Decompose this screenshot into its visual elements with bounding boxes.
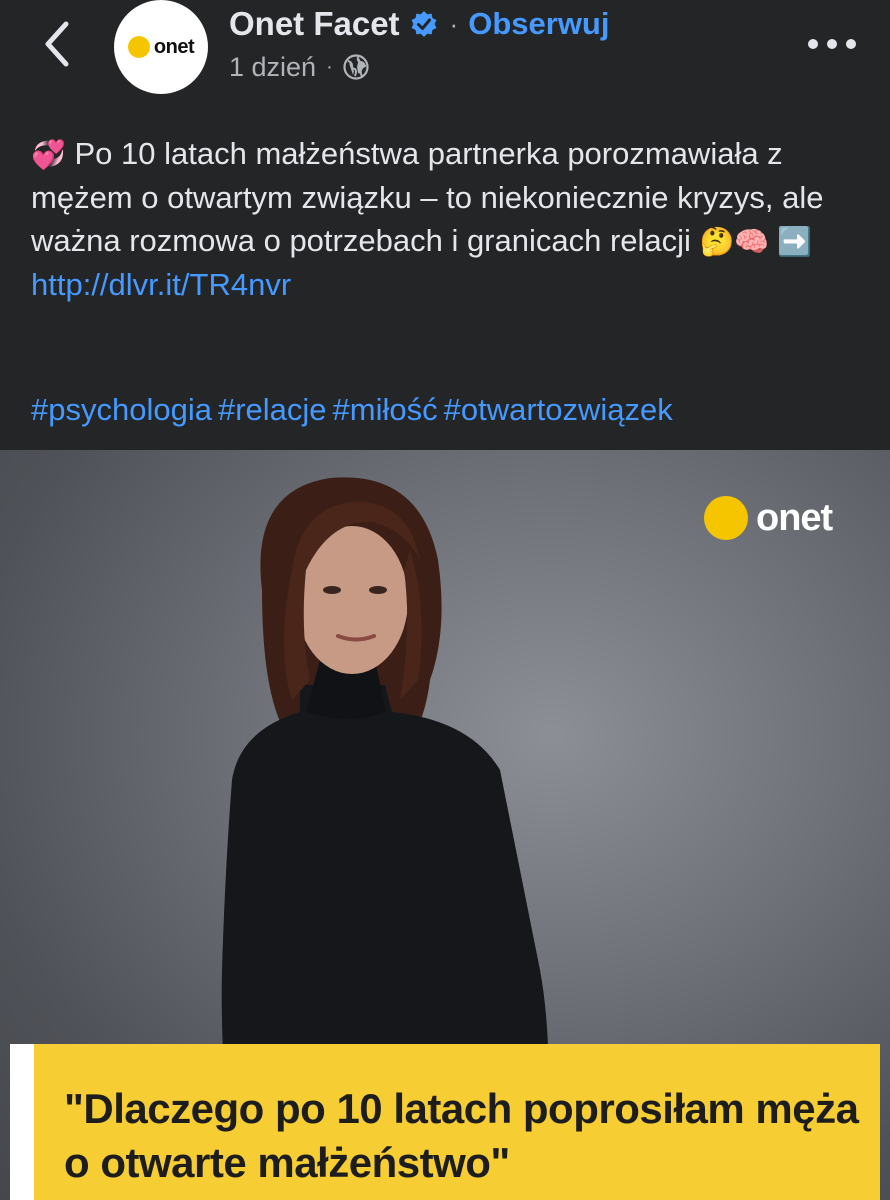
more-dot <box>827 39 837 49</box>
hashtag-list: #psychologia #relacje #miłość #otwartozwiąz… <box>31 388 679 431</box>
header-separator: · <box>449 8 459 39</box>
post-time[interactable]: 1 dzień <box>229 52 316 83</box>
chevron-left-icon <box>45 21 69 67</box>
avatar-logo-text: onet <box>153 35 195 58</box>
post-link[interactable]: http://dlvr.it/TR4nvr <box>31 267 291 302</box>
follow-button[interactable]: Obserwuj <box>468 6 609 42</box>
thinking-brain-arrow-emoji: 🤔🧠 ➡️ <box>699 226 812 257</box>
onet-logo-text: onet <box>756 496 833 539</box>
headline-banner: "Dlaczego po 10 latach poprosiłam męża o… <box>10 1044 880 1200</box>
onet-watermark-logo: onet <box>704 496 833 540</box>
more-options-button[interactable] <box>808 34 856 54</box>
globe-icon <box>343 54 369 80</box>
more-dot <box>846 39 856 49</box>
meta-separator: · <box>326 55 333 78</box>
back-button[interactable] <box>36 18 80 70</box>
hearts-emoji: 💞 <box>31 139 66 170</box>
page-avatar[interactable]: onet <box>114 0 208 94</box>
hashtag-link[interactable]: #psychologia <box>31 392 212 427</box>
verified-badge-icon <box>411 11 436 37</box>
post-header: onet Onet Facet · Obserwuj 1 dzień · <box>0 0 890 118</box>
article-headline: "Dlaczego po 10 latach poprosiłam męża o… <box>64 1085 859 1186</box>
more-dot <box>808 39 818 49</box>
post-image[interactable]: onet "Dlaczego po 10 latach poprosiłam m… <box>0 450 890 1200</box>
post-meta: 1 dzień · <box>229 50 369 84</box>
page-name[interactable]: Onet Facet <box>229 5 400 43</box>
onet-logo-dot <box>704 496 748 540</box>
hashtag-link[interactable]: #otwartozwiązek <box>444 392 673 427</box>
title-row: Onet Facet · Obserwuj <box>229 4 609 44</box>
hashtag-link[interactable]: #miłość <box>333 392 438 427</box>
onet-logo-dot <box>127 36 150 58</box>
post-body: 💞 Po 10 latach małżeństwa partnerka poro… <box>31 132 861 306</box>
hashtag-link[interactable]: #relacje <box>218 392 327 427</box>
